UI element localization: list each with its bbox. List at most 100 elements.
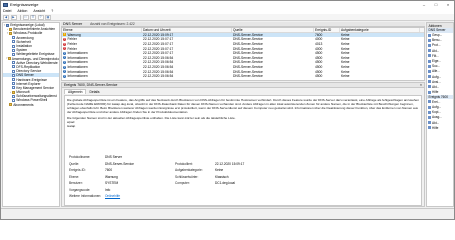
column-header-source[interactable]: Quelle [232, 28, 314, 32]
tree-item[interactable]: Abonnements [3, 103, 59, 107]
property-value: DNS-Server-Service [105, 161, 134, 166]
close-button[interactable]: × [442, 1, 454, 8]
log-icon [12, 36, 16, 40]
cell-date: 22.12.2020 15:07:17 [143, 42, 174, 47]
properties-icon[interactable]: ☰ [30, 14, 36, 20]
cell-source: DNS-Server-Service [233, 42, 263, 47]
maximize-button[interactable]: □ [430, 1, 442, 8]
cell-task-category: Keine [341, 37, 350, 42]
table-row[interactable]: ! Fehler 22.12.2020 15:07:17 DNS-Server-Ser… [62, 42, 424, 47]
cell-event-id: 4500 [315, 55, 323, 60]
forward-icon[interactable]: ▶ [10, 14, 17, 20]
cell-event-id: 4500 [315, 60, 323, 65]
column-header-task-category[interactable]: Aufgabenkategorie [340, 28, 420, 32]
help-icon[interactable]: ? [37, 14, 44, 20]
cell-event-id: 4000 [315, 46, 323, 51]
property-label: Ereignis-ID: [69, 168, 86, 173]
cell-event-id: 4500 [315, 65, 323, 70]
table-row[interactable]: i Informationen 22.12.2020 15:06:54 DNS-Ser… [62, 60, 424, 65]
menu-ansicht[interactable]: Ansicht [33, 9, 45, 13]
log-icon [12, 94, 16, 98]
property-label: Protokolliert: [175, 161, 193, 166]
menu-aktion[interactable]: Aktion [17, 9, 27, 13]
action-label: Ansi... [432, 79, 441, 84]
property-label: Schlüsselwörter: [175, 174, 199, 179]
cell-task-category: Keine [341, 65, 350, 70]
log-icon [12, 48, 16, 52]
property-value: Keine [215, 168, 224, 173]
information-icon: i [63, 56, 66, 60]
property-value: Warnung [105, 174, 118, 179]
action-label: Benu... [432, 38, 443, 43]
action-icon [428, 64, 431, 68]
cell-source: DNS-Server-Service [233, 46, 263, 51]
action-icon [428, 121, 431, 125]
cell-level: ! Fehler [62, 42, 142, 46]
tab-details[interactable]: Details [86, 89, 102, 94]
property-label: Ebene: [69, 174, 80, 179]
menu-datei[interactable]: Datei [3, 9, 11, 13]
tab-allgemein[interactable]: Allgemein [64, 89, 87, 94]
table-row[interactable]: i Informationen 22.12.2020 15:06:54 DNS-Ser… [62, 56, 424, 61]
cell-source: DNS-Server-Service [233, 60, 263, 65]
cell-level: ! Fehler [62, 47, 142, 51]
column-header-date[interactable]: Datum und Uhrzeit [142, 28, 232, 32]
tree-item[interactable]: Key Management Service [3, 86, 59, 90]
detail-close-icon[interactable]: × [418, 83, 424, 87]
online-help-link[interactable]: Onlinehilfe [105, 194, 175, 198]
table-row[interactable]: i Informationen 22.12.2020 15:07:17 DNS-Ser… [62, 51, 424, 56]
cell-date: 22.12.2020 15:06:54 [143, 55, 174, 60]
cell-task-category: Keine [341, 32, 350, 37]
minimize-button[interactable]: – [418, 1, 430, 8]
property-value: Klassisch [215, 174, 229, 179]
action-icon [428, 54, 431, 58]
warning-icon: ! [63, 33, 66, 37]
action-label: Ausg... [432, 115, 442, 120]
table-row[interactable]: ! Warnung 22.12.2020 15:09:17 DNS-Server-Se… [62, 32, 424, 38]
column-header-level[interactable]: Ebene [62, 28, 142, 32]
action-icon [428, 33, 431, 37]
cell-task-category: Keine [341, 51, 350, 56]
action-label: Hilfe [432, 90, 439, 95]
cell-task-category: Keine [341, 60, 350, 65]
cell-date: 22.12.2020 15:06:54 [143, 60, 174, 65]
action-label: Filt... [432, 53, 439, 58]
folder-icon [7, 57, 11, 61]
table-row[interactable]: i Informationen 22.12.2020 15:06:54 DNS-Ser… [62, 74, 424, 79]
panel-icon[interactable]: ▦ [45, 14, 51, 20]
back-icon[interactable]: ◀ [3, 14, 9, 20]
property-label: Protokollname: [69, 155, 91, 160]
blocked-name-2: isatap [67, 124, 76, 128]
menu-help[interactable]: ? [51, 9, 53, 13]
cell-date: 22.12.2020 15:06:54 [143, 74, 174, 79]
cell-task-category: Keine [341, 55, 350, 60]
action-item[interactable]: Hilfe [427, 125, 453, 130]
table-row[interactable]: ! Fehler 22.12.2020 15:07:17 DNS-Server-Ser… [62, 46, 424, 51]
cell-date: 22.12.2020 15:07:17 [143, 46, 174, 51]
action-icon [428, 75, 431, 79]
console-tree: ˅ Ereignisanzeige (Lokal) › Benutzerdefinie… [2, 22, 60, 207]
status-bar [1, 208, 454, 219]
cell-task-category: Keine [341, 74, 350, 79]
property-label: Benutzer: [69, 181, 83, 186]
action-label: Suc... [432, 64, 441, 69]
cell-date: 22.12.2020 15:07:17 [143, 51, 174, 56]
cell-source: DNS-Server-Service [233, 69, 263, 74]
toolbar-separator [20, 14, 21, 20]
table-row[interactable]: i Informationen 22.12.2020 15:06:54 DNS-Ser… [62, 69, 424, 74]
information-icon: i [63, 70, 66, 74]
cell-date: 22.12.2020 15:09:17 [143, 32, 174, 37]
action-icon [428, 59, 431, 63]
table-row[interactable]: i Informationen 22.12.2020 15:06:54 DNS-Ser… [62, 65, 424, 70]
action-icon [428, 43, 431, 47]
folder-icon[interactable]: □ [22, 14, 29, 20]
action-icon [428, 38, 431, 42]
cell-level: i Informationen [62, 60, 142, 64]
column-header-event-id[interactable]: Ereignis-ID [314, 28, 340, 32]
action-icon [428, 90, 431, 94]
table-row[interactable]: ! Fehler 22.12.2020 15:07:17 DNS-Server-Ser… [62, 37, 424, 42]
event-count: Anzahl von Ereignissen: 2.422 [90, 22, 135, 26]
property-value: DNS Server [105, 155, 123, 160]
event-list: Ebene Datum und Uhrzeit Quelle Ereignis-… [61, 27, 425, 81]
action-label: Gesp... [432, 33, 443, 38]
